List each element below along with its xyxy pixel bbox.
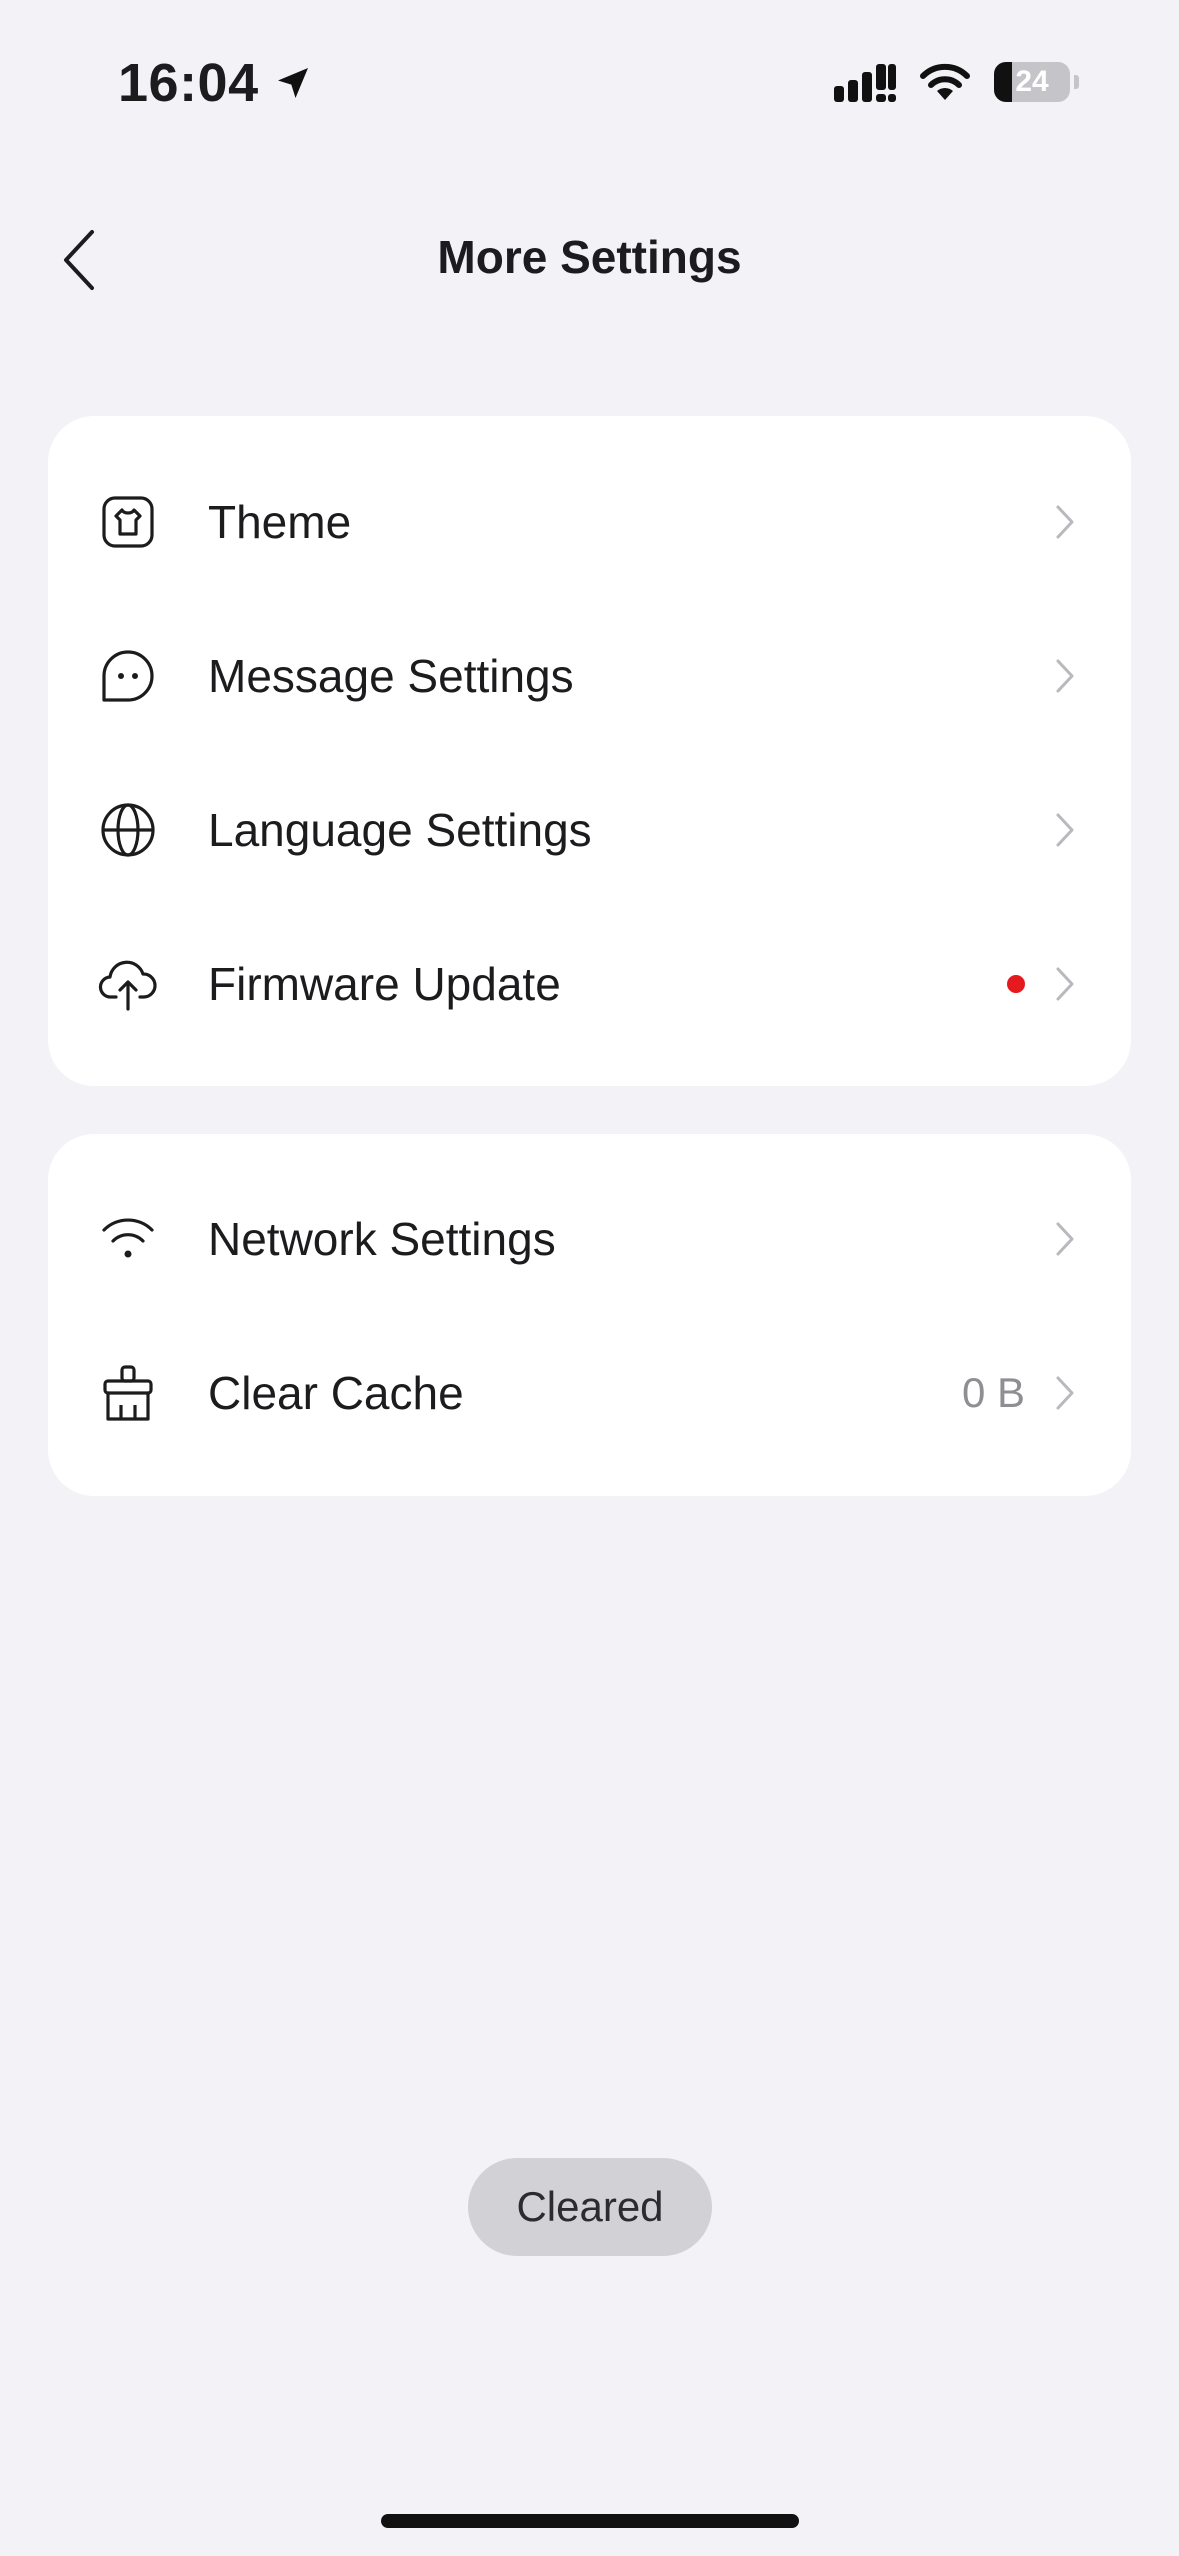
language-settings-row[interactable]: Language Settings	[48, 753, 1131, 907]
status-bar: 16:04 24	[0, 0, 1179, 170]
chevron-right-icon	[1056, 813, 1074, 847]
message-settings-accessory	[1055, 658, 1075, 694]
theme-row[interactable]: Theme	[48, 445, 1131, 599]
network-settings-row[interactable]: Network Settings	[48, 1162, 1131, 1316]
globe-icon	[98, 800, 158, 860]
wifi-icon	[920, 63, 970, 100]
firmware-update-accessory	[1007, 966, 1075, 1002]
language-settings-label: Language Settings	[208, 804, 592, 856]
settings-group-device: Network Settings Clear Cache 0 B	[48, 1134, 1131, 1496]
broom-icon	[98, 1363, 158, 1423]
chevron-right-icon	[1056, 1376, 1074, 1410]
battery-indicator: 24	[994, 62, 1079, 102]
cellular-signal-icon	[834, 64, 896, 102]
battery-level: 24	[1015, 65, 1049, 98]
firmware-update-row[interactable]: Firmware Update	[48, 907, 1131, 1061]
chat-bubble-icon	[98, 646, 158, 706]
chevron-right-icon	[1056, 505, 1074, 539]
battery-icon: 24	[994, 62, 1070, 102]
update-badge-dot	[1007, 975, 1025, 993]
cloud-upload-icon	[98, 954, 158, 1014]
chevron-right-icon	[1056, 659, 1074, 693]
status-icons: 24	[834, 62, 1079, 102]
cache-size-value: 0 B	[961, 1369, 1025, 1416]
location-arrow-icon	[277, 68, 308, 98]
language-settings-accessory	[1055, 812, 1075, 848]
clear-cache-label: Clear Cache	[208, 1367, 464, 1419]
toast-message: Cleared	[468, 2158, 712, 2256]
home-indicator[interactable]	[381, 2514, 799, 2528]
firmware-update-label: Firmware Update	[208, 958, 561, 1010]
status-time-text: 16:04	[118, 53, 259, 113]
clear-cache-row[interactable]: Clear Cache 0 B	[48, 1316, 1131, 1470]
theme-accessory	[1055, 504, 1075, 540]
wifi-icon	[98, 1209, 158, 1269]
clear-cache-accessory: 0 B	[962, 1369, 1075, 1417]
settings-group-general: Theme Message Settings Language Settings…	[48, 416, 1131, 1086]
message-settings-label: Message Settings	[208, 650, 574, 702]
network-settings-accessory	[1055, 1221, 1075, 1257]
chevron-right-icon	[1056, 967, 1074, 1001]
chevron-right-icon	[1056, 1222, 1074, 1256]
message-settings-row[interactable]: Message Settings	[48, 599, 1131, 753]
tshirt-icon	[98, 492, 158, 552]
status-time: 16:04	[118, 52, 313, 114]
theme-label: Theme	[208, 496, 352, 548]
network-settings-label: Network Settings	[208, 1213, 556, 1265]
page-title: More Settings	[437, 231, 742, 283]
navigation-bar: More Settings	[0, 200, 1179, 320]
